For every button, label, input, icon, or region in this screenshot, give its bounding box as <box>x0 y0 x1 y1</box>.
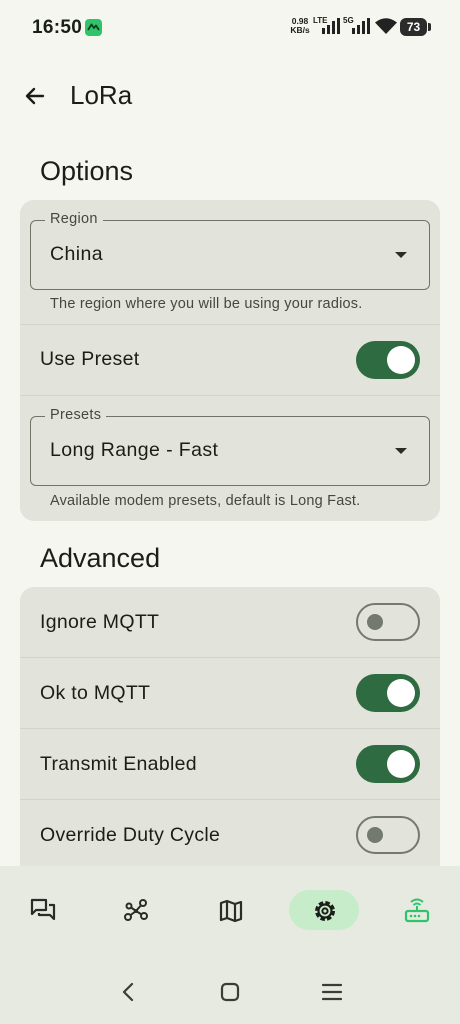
switch-knob <box>367 614 383 630</box>
battery-tip <box>428 23 431 31</box>
system-back-icon[interactable] <box>120 981 136 1003</box>
network-speed-unit: KB/s <box>290 25 310 35</box>
presets-dropdown[interactable]: Presets Long Range - Fast <box>30 407 430 486</box>
transmit-enabled-row: Transmit Enabled <box>20 729 440 800</box>
transmit-enabled-switch[interactable] <box>356 745 420 783</box>
ok-to-mqtt-row: Ok to MQTT <box>20 658 440 729</box>
settings-icon <box>315 901 335 921</box>
nodes-icon <box>124 899 148 921</box>
dropdown-arrow-icon <box>395 448 407 454</box>
nav-settings[interactable] <box>289 890 359 930</box>
switch-knob <box>387 679 415 707</box>
device-connected-icon <box>404 898 430 923</box>
signal-strength-icon-2 <box>352 18 370 34</box>
presets-row: Presets Long Range - Fast Available mode… <box>20 396 440 521</box>
status-time: 16:50 <box>32 17 83 38</box>
system-recents-icon[interactable] <box>321 981 343 1003</box>
region-dropdown[interactable]: Region China <box>30 211 430 290</box>
use-preset-row: Use Preset <box>20 325 440 396</box>
nav-device[interactable] <box>381 890 451 930</box>
presets-value: Long Range - Fast <box>50 439 219 461</box>
map-icon <box>219 899 243 923</box>
wifi-icon <box>375 18 397 34</box>
switch-knob <box>387 750 415 778</box>
options-card: Region China The region where you will b… <box>20 200 440 521</box>
nav-messages[interactable] <box>7 890 77 930</box>
battery-icon: 73 <box>400 18 427 36</box>
ok-to-mqtt-switch[interactable] <box>356 674 420 712</box>
nav-map[interactable] <box>195 890 265 930</box>
region-value: China <box>50 243 103 265</box>
region-helper-text: The region where you will be using your … <box>50 296 363 312</box>
messages-icon <box>30 898 56 921</box>
dropdown-arrow-icon <box>395 252 407 258</box>
switch-knob <box>367 827 383 843</box>
app-notification-icon <box>85 19 102 36</box>
status-bar: 16:50 0.98 KB/s LTE 5G 73 <box>0 0 460 56</box>
arrow-back-icon <box>25 87 45 105</box>
override-duty-cycle-switch[interactable] <box>356 816 420 854</box>
use-preset-switch[interactable] <box>356 341 420 379</box>
advanced-card: Ignore MQTT Ok to MQTT Transmit Enabled … <box>20 587 440 887</box>
switch-knob <box>387 346 415 374</box>
region-row: Region China The region where you will b… <box>20 200 440 325</box>
system-navigation-bar <box>0 958 460 1024</box>
presets-helper-text: Available modem presets, default is Long… <box>50 493 361 509</box>
system-home-icon[interactable] <box>219 981 241 1003</box>
network-speed: 0.98 KB/s <box>288 17 312 35</box>
nav-nodes[interactable] <box>100 890 170 930</box>
transmit-enabled-label: Transmit Enabled <box>40 753 197 775</box>
advanced-section-title: Advanced <box>40 543 161 573</box>
bottom-navigation <box>0 866 460 958</box>
ok-to-mqtt-label: Ok to MQTT <box>40 682 151 704</box>
ignore-mqtt-label: Ignore MQTT <box>40 611 160 633</box>
ignore-mqtt-row: Ignore MQTT <box>20 587 440 658</box>
override-duty-cycle-label: Override Duty Cycle <box>40 824 221 846</box>
options-section-title: Options <box>40 156 134 186</box>
page-title: LoRa <box>70 80 133 110</box>
use-preset-label: Use Preset <box>40 348 140 370</box>
ignore-mqtt-switch[interactable] <box>356 603 420 641</box>
presets-field-label: Presets <box>45 407 107 423</box>
top-app-bar: LoRa <box>0 72 460 120</box>
region-field-label: Region <box>45 211 103 227</box>
back-button[interactable] <box>17 78 53 114</box>
signal-strength-icon <box>322 18 340 34</box>
